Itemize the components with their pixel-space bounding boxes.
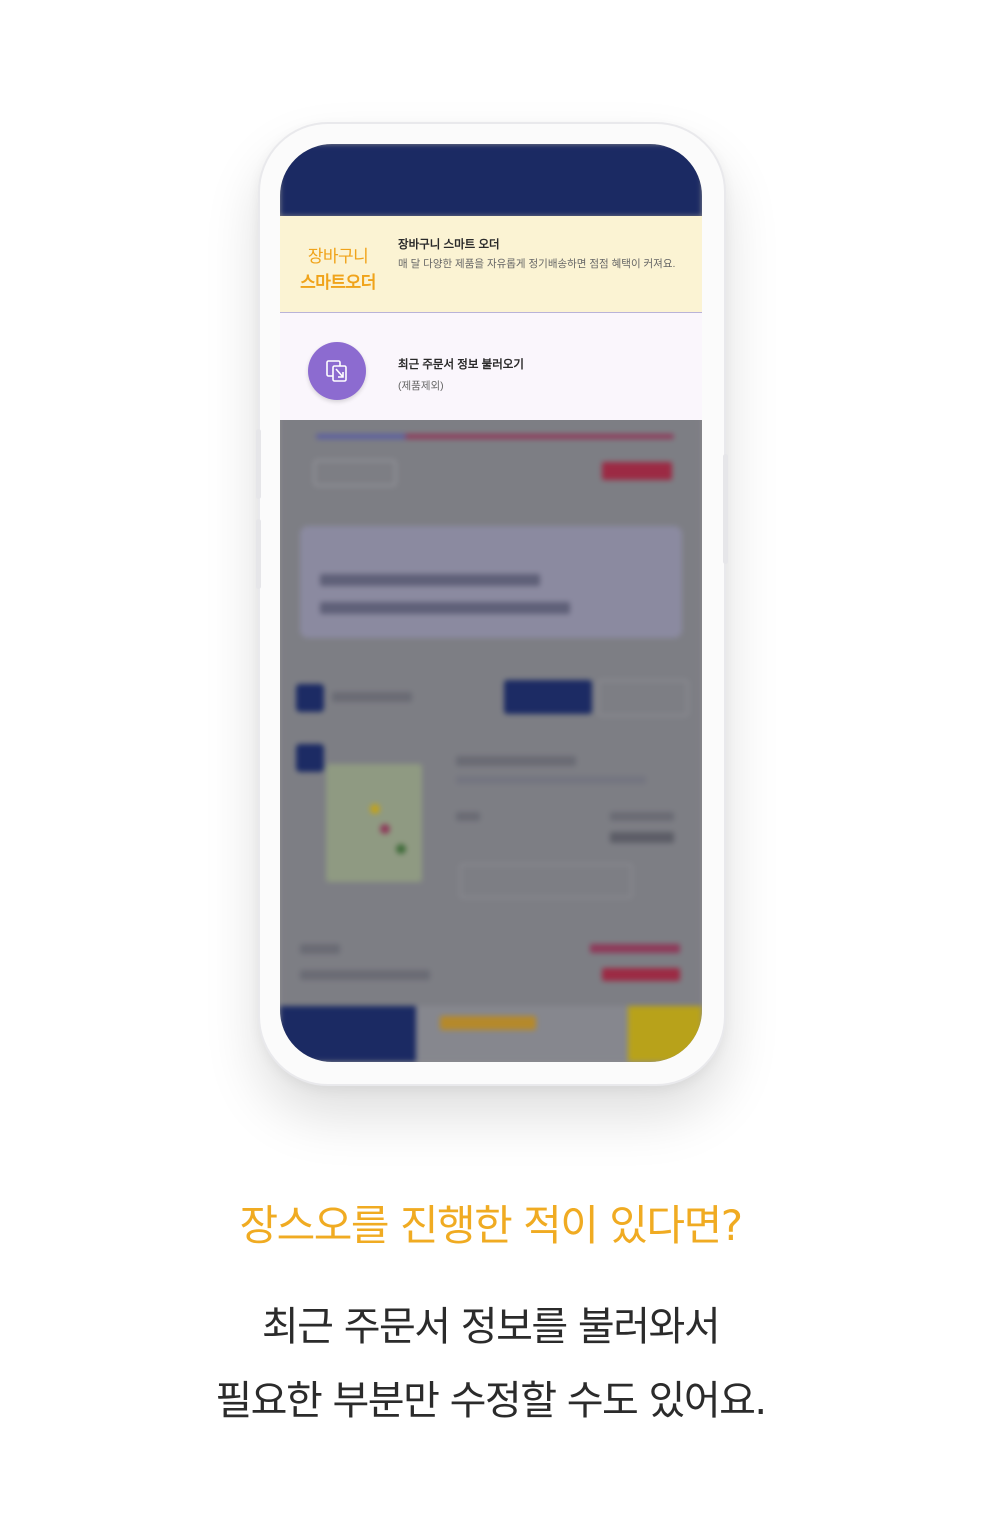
blurred-button-light bbox=[598, 680, 688, 716]
blurred-text-line bbox=[456, 756, 576, 766]
blurred-text-line bbox=[300, 944, 340, 954]
logo-line1: 장바구니 bbox=[307, 247, 369, 266]
blurred-quantity-stepper bbox=[460, 864, 632, 898]
caption-body: 최근 주문서 정보를 불러와서 필요한 부분만 수정할 수도 있어요. bbox=[0, 1290, 981, 1438]
power-button bbox=[723, 454, 728, 564]
blurred-footer-label bbox=[440, 1016, 536, 1030]
blurred-dot bbox=[380, 824, 390, 834]
blurred-footer-mid bbox=[416, 1006, 628, 1062]
blurred-footer-right bbox=[628, 1006, 702, 1062]
phone-screen: 장바구니 스마트오더 장바구니 스마트 오더 매 달 다양한 제품을 자유롭게 … bbox=[280, 144, 702, 1062]
blurred-text-line bbox=[332, 692, 412, 702]
caption-line2: 필요한 부분만 수정할 수도 있어요. bbox=[215, 1378, 767, 1424]
caption-line1: 최근 주문서 정보를 불러와서 bbox=[261, 1304, 721, 1350]
blurred-checkbox bbox=[296, 744, 324, 772]
blurred-pill bbox=[314, 460, 396, 486]
volume-up-button bbox=[256, 429, 261, 499]
recent-order-option[interactable]: 최근 주문서 정보 불러오기 (제품제외) bbox=[280, 313, 702, 420]
smart-order-title: 장바구니 스마트 오더 bbox=[398, 239, 500, 251]
smart-order-option[interactable]: 장바구니 스마트오더 장바구니 스마트 오더 매 달 다양한 제품을 자유롭게 … bbox=[280, 216, 702, 313]
blurred-text-line bbox=[602, 968, 680, 981]
blurred-red-label bbox=[602, 462, 672, 480]
blurred-header bbox=[280, 144, 702, 216]
blurred-button-dark bbox=[504, 680, 592, 714]
blurred-text-line bbox=[590, 944, 680, 953]
phone-mockup: 장바구니 스마트오더 장바구니 스마트 오더 매 달 다양한 제품을 자유롭게 … bbox=[256, 122, 728, 1086]
logo-line2: 스마트오더 bbox=[300, 273, 376, 292]
recent-order-title: 최근 주문서 정보 불러오기 bbox=[398, 359, 524, 371]
blurred-text-line bbox=[456, 776, 646, 784]
blurred-text-line bbox=[320, 574, 540, 586]
volume-down-button bbox=[256, 519, 261, 589]
blurred-product-thumbnail bbox=[326, 764, 422, 882]
recent-order-subtitle: (제품제외) bbox=[398, 380, 444, 392]
blurred-text-line bbox=[320, 602, 570, 614]
smart-order-description: 매 달 다양한 제품을 자유롭게 정기배송하면 점점 혜택이 커져요. bbox=[398, 258, 676, 270]
blurred-progress-fill bbox=[316, 434, 406, 439]
blurred-checkbox bbox=[296, 684, 324, 712]
blurred-text-line bbox=[610, 812, 674, 821]
blurred-footer-left bbox=[280, 1006, 416, 1062]
blurred-text-line bbox=[456, 812, 480, 821]
import-document-icon bbox=[308, 342, 366, 400]
blurred-text-line bbox=[610, 832, 674, 843]
caption-headline: 장스오를 진행한 적이 있다면? bbox=[239, 1201, 743, 1250]
blurred-dot bbox=[396, 844, 406, 854]
smart-order-popup: 장바구니 스마트오더 장바구니 스마트 오더 매 달 다양한 제품을 자유롭게 … bbox=[280, 216, 702, 420]
blurred-dot bbox=[370, 804, 380, 814]
smart-order-logo: 장바구니 스마트오더 bbox=[298, 242, 378, 293]
blurred-text-line bbox=[300, 970, 430, 980]
